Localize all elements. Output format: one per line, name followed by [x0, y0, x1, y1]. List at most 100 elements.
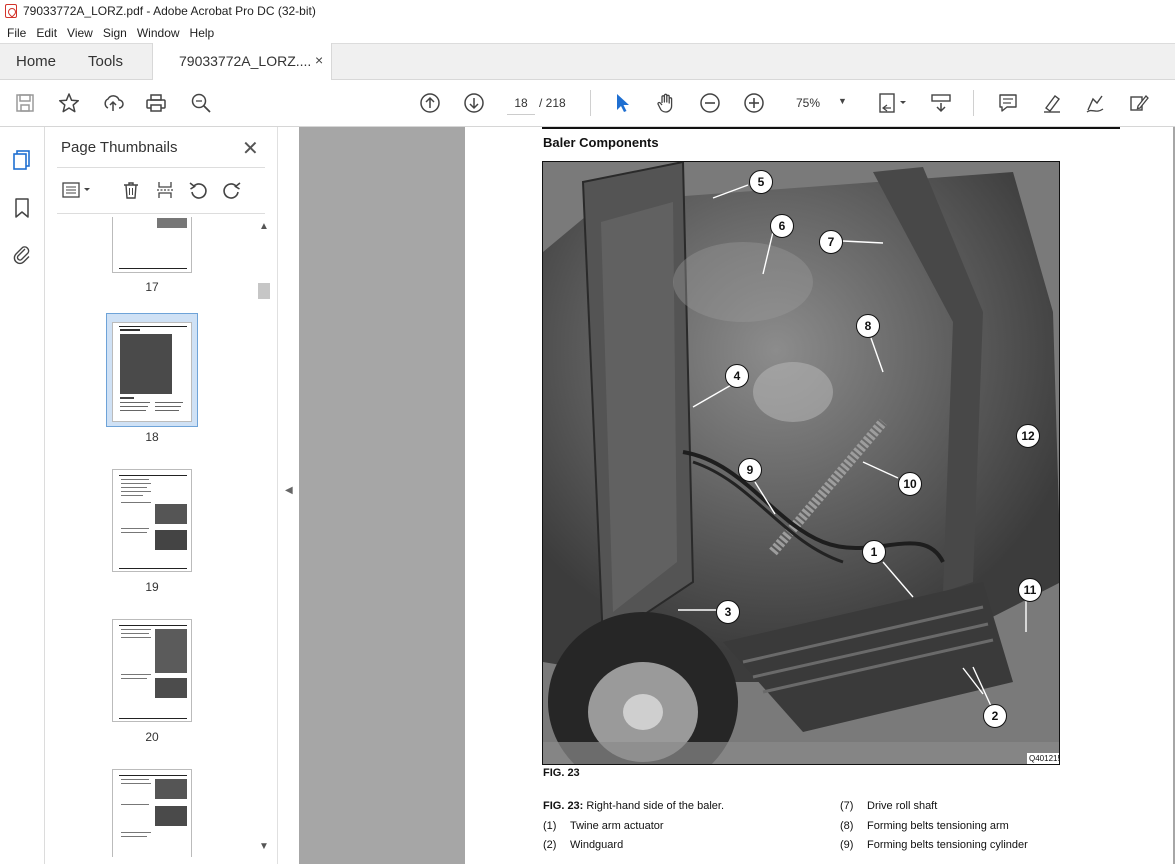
thumbnail-list: 17 18 19 20: [57, 217, 261, 857]
thumbnail-page[interactable]: [112, 322, 192, 422]
page-number-input[interactable]: 18: [507, 91, 535, 115]
fit-page-icon[interactable]: [876, 91, 910, 115]
legend-number: (8): [840, 820, 854, 832]
callout-12: 12: [1016, 424, 1040, 448]
baler-photo: Q401215 5 6 7 8 4 12 9 10 1 11 3 2: [542, 161, 1060, 765]
menu-edit[interactable]: Edit: [31, 26, 62, 40]
legend-number: (7): [840, 800, 854, 812]
window-title: 79033772A_LORZ.pdf - Adobe Acrobat Pro D…: [23, 4, 316, 18]
callout-7: 7: [819, 230, 843, 254]
callout-9: 9: [738, 458, 762, 482]
panel-splitter[interactable]: ◀: [277, 127, 299, 864]
select-cursor-icon[interactable]: [610, 91, 634, 115]
page-up-icon[interactable]: [418, 91, 442, 115]
figure-caption: FIG. 23: Right-hand side of the baler.: [543, 800, 724, 812]
zoom-in-icon[interactable]: [742, 91, 766, 115]
tab-bar: Home Tools 79033772A_LORZ.... ×: [0, 43, 1175, 81]
options-menu-icon[interactable]: [61, 179, 93, 201]
left-navigation-rail: [0, 127, 45, 864]
page-down-icon[interactable]: [462, 91, 486, 115]
menu-help[interactable]: Help: [185, 26, 220, 40]
thumbnail-label: 19: [145, 580, 159, 594]
legend-text: Forming belts tensioning cylinder: [867, 839, 1028, 851]
toolbar-divider: [973, 90, 974, 116]
legend-item: (1): [543, 820, 556, 832]
zoom-out-icon[interactable]: [698, 91, 722, 115]
extract-pages-icon[interactable]: [154, 179, 176, 201]
document-viewport[interactable]: Baler Components Q401215 5 6 7 8 4 12 9 …: [299, 127, 1175, 864]
callout-2: 2: [983, 704, 1007, 728]
tab-close-icon[interactable]: ×: [315, 52, 323, 68]
legend-number: (2): [543, 839, 557, 851]
legend-number: (1): [543, 820, 557, 832]
thumbnail-page[interactable]: [112, 769, 192, 857]
bookmark-icon[interactable]: [11, 197, 33, 219]
callout-11: 11: [1018, 578, 1042, 602]
star-icon[interactable]: [57, 91, 81, 115]
toolbar-divider: [590, 90, 591, 116]
callout-8: 8: [856, 314, 880, 338]
callout-6: 6: [770, 214, 794, 238]
legend-text: Drive roll shaft: [867, 800, 938, 812]
divider: [57, 213, 265, 214]
search-zoom-icon[interactable]: [189, 91, 213, 115]
caption-title: FIG. 23:: [543, 800, 584, 812]
panel-title: Page Thumbnails: [61, 139, 178, 156]
collapse-panel-icon[interactable]: ◀: [285, 485, 293, 496]
callout-5: 5: [749, 170, 773, 194]
menu-sign[interactable]: Sign: [98, 26, 132, 40]
callout-10: 10: [898, 472, 922, 496]
pdf-page: Baler Components Q401215 5 6 7 8 4 12 9 …: [465, 127, 1173, 864]
divider: [57, 167, 265, 168]
upload-icon[interactable]: [101, 91, 125, 115]
hand-icon[interactable]: [654, 91, 678, 115]
tab-home[interactable]: Home: [16, 53, 56, 70]
comment-icon[interactable]: [996, 91, 1020, 115]
menu-bar: File Edit View Sign Window Help: [0, 22, 1175, 43]
chevron-down-icon: ▼: [838, 96, 847, 106]
figure-label: FIG. 23: [543, 767, 580, 779]
tab-document-label: 79033772A_LORZ....: [179, 53, 312, 69]
title-bar: 79033772A_LORZ.pdf - Adobe Acrobat Pro D…: [0, 0, 1175, 22]
scroll-up-icon[interactable]: ▲: [259, 221, 269, 232]
section-heading: Baler Components: [543, 135, 659, 150]
zoom-select[interactable]: 75% ▼: [786, 91, 850, 115]
zoom-value: 75%: [796, 96, 821, 110]
rotate-right-icon[interactable]: [221, 179, 243, 201]
thumbnails-panel: Page Thumbnails ✕ 17 18 19 20 ▲ ▼: [45, 127, 277, 864]
menu-file[interactable]: File: [2, 26, 31, 40]
thumbnail-page[interactable]: [112, 619, 192, 722]
menu-view[interactable]: View: [62, 26, 98, 40]
page-header-rule: [542, 127, 1120, 129]
edit-icon[interactable]: [1127, 91, 1151, 115]
callout-3: 3: [716, 600, 740, 624]
sign-icon[interactable]: [1083, 91, 1107, 115]
close-icon[interactable]: ✕: [242, 136, 259, 161]
tab-tools[interactable]: Tools: [88, 53, 123, 70]
page-thumbnails-icon[interactable]: [11, 149, 33, 171]
menu-window[interactable]: Window: [132, 26, 185, 40]
caption-text: Right-hand side of the baler.: [586, 800, 724, 812]
save-icon[interactable]: [13, 91, 37, 115]
legend-text: Windguard: [570, 839, 624, 851]
thumbnail-label: 18: [145, 430, 159, 444]
scrollbar-thumb[interactable]: [258, 283, 270, 299]
rotate-left-icon[interactable]: [187, 179, 209, 201]
highlight-icon[interactable]: [1040, 91, 1064, 115]
acrobat-logo-icon: [5, 4, 17, 18]
tab-document[interactable]: 79033772A_LORZ.... ×: [152, 43, 332, 81]
callout-1: 1: [862, 540, 886, 564]
attachment-icon[interactable]: [11, 243, 33, 265]
thumbnail-page[interactable]: [112, 217, 192, 273]
legend-text: Twine arm actuator: [570, 820, 664, 832]
page-total: / 218: [539, 96, 566, 110]
trash-icon[interactable]: [120, 179, 142, 201]
thumbnail-label: 17: [145, 280, 159, 294]
scroll-down-icon[interactable]: ▼: [259, 841, 269, 852]
scroll-mode-icon[interactable]: [929, 91, 953, 115]
print-icon[interactable]: [144, 91, 168, 115]
acrobat-window: 79033772A_LORZ.pdf - Adobe Acrobat Pro D…: [0, 0, 1175, 864]
main-toolbar: 18 / 218 75% ▼: [0, 80, 1175, 127]
thumbnail-page[interactable]: [112, 469, 192, 572]
thumbnail-scrollbar[interactable]: ▲ ▼: [256, 217, 272, 857]
